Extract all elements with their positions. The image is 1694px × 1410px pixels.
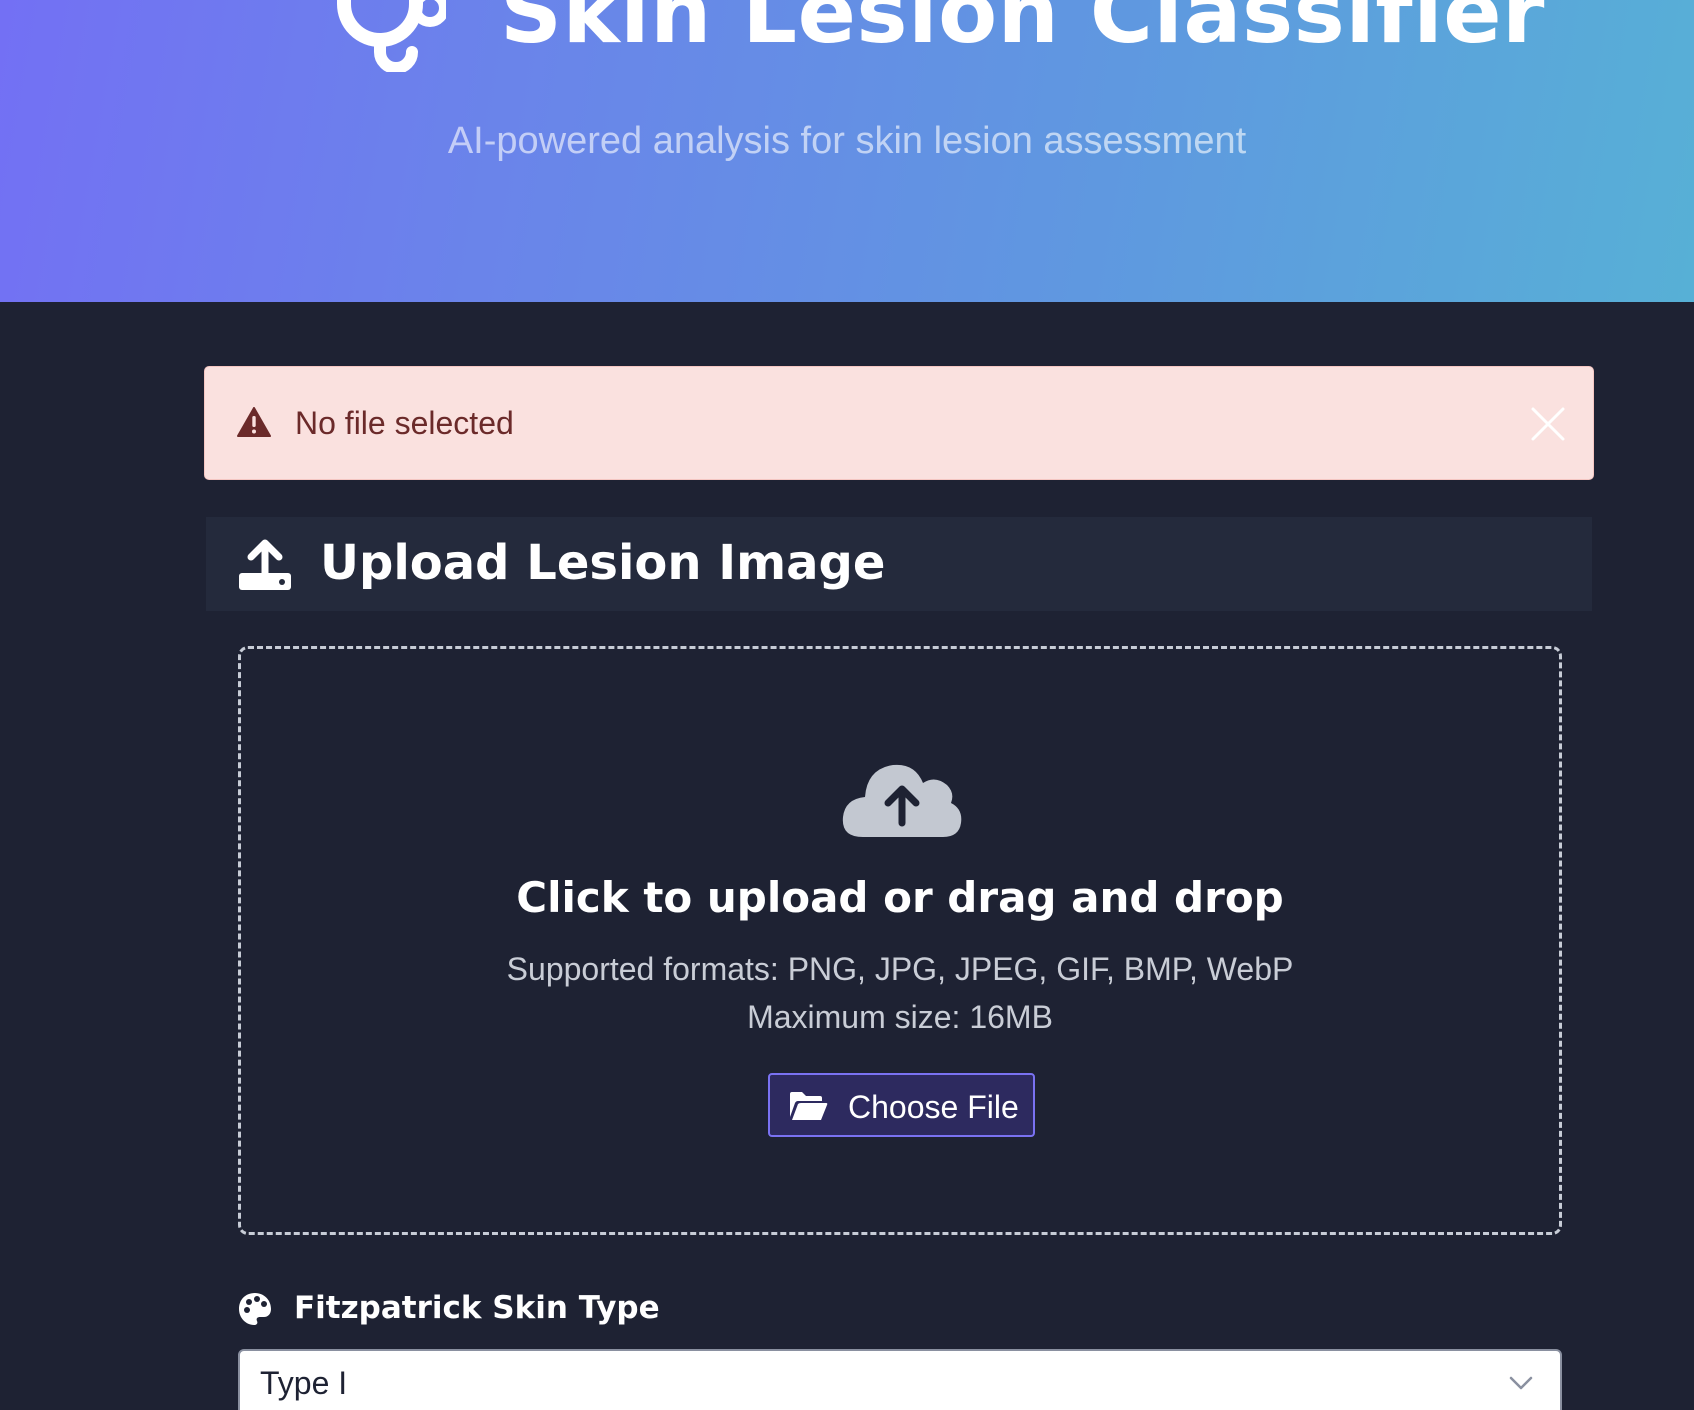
error-alert: No file selected — [204, 366, 1594, 480]
skin-type-selected-value: Type I — [260, 1365, 348, 1401]
header-banner: Skin Lesion Classifier AI-powered analys… — [0, 0, 1694, 302]
dropzone-title: Click to upload or drag and drop — [516, 873, 1284, 922]
supported-formats-text: Supported formats: PNG, JPG, JPEG, GIF, … — [506, 951, 1294, 987]
page-title: Skin Lesion Classifier — [500, 0, 1545, 63]
page-subtitle: AI-powered analysis for skin lesion asse… — [447, 120, 1247, 162]
alert-message: No file selected — [295, 405, 514, 441]
cloud-upload-icon — [842, 764, 962, 837]
upload-card-title: Upload Lesion Image — [320, 535, 886, 591]
choose-file-label: Choose File — [848, 1089, 1019, 1125]
folder-open-icon — [790, 1092, 828, 1120]
palette-icon — [239, 1293, 271, 1325]
app-page: Skin Lesion Classifier AI-powered analys… — [0, 0, 1694, 1410]
upload-icon — [239, 539, 291, 590]
upload-card-header: Upload Lesion Image — [206, 517, 1592, 611]
max-size-text: Maximum size: 16MB — [747, 999, 1053, 1035]
upload-dropzone[interactable]: Click to upload or drag and drop Support… — [238, 646, 1562, 1235]
warning-icon — [237, 407, 271, 437]
chevron-down-icon — [1509, 1376, 1533, 1390]
close-icon[interactable] — [1529, 405, 1567, 443]
skin-type-label: Fitzpatrick Skin Type — [294, 1290, 660, 1326]
stethoscope-icon — [337, 0, 446, 72]
choose-file-button[interactable]: Choose File — [768, 1073, 1035, 1137]
skin-type-select[interactable]: Type I — [238, 1349, 1562, 1410]
